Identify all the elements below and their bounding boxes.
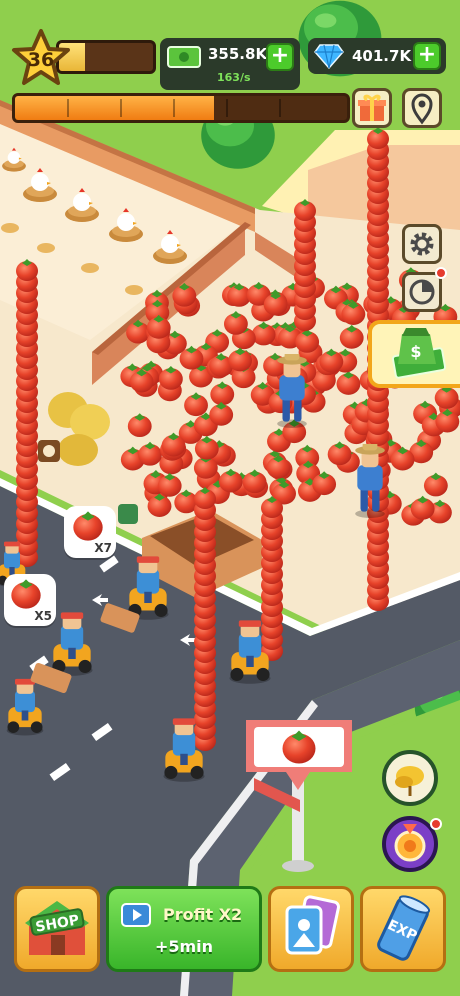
- gem-counter[interactable]: 401.7K +: [308, 38, 446, 74]
- gift-icon: [358, 94, 386, 121]
- order-bubble: X7: [64, 506, 116, 558]
- cash-counter[interactable]: 355.8K 163/s +: [160, 38, 300, 90]
- exp-can-icon: EXP: [377, 895, 431, 961]
- pie-chart-icon: [409, 279, 435, 305]
- order-quantity: X7: [94, 541, 112, 555]
- rewards-button[interactable]: [382, 750, 438, 806]
- notification-dot: [435, 267, 447, 279]
- statistics-button[interactable]: [402, 267, 447, 312]
- gem-amount: 401.7K: [352, 47, 412, 65]
- cash-amount: 355.8K: [208, 45, 268, 63]
- cash-offer-button[interactable]: $: [368, 320, 460, 388]
- settings-button[interactable]: [402, 224, 442, 264]
- tomato-icon: [72, 510, 104, 542]
- level-number: 36: [27, 49, 55, 71]
- profit-boost-duration: +5min: [154, 937, 214, 956]
- progress-tick: [226, 99, 228, 117]
- map-button[interactable]: [402, 88, 442, 128]
- cards-icon: [285, 895, 340, 955]
- progress-tick: [120, 99, 122, 117]
- add-cash-button[interactable]: +: [266, 43, 294, 71]
- gift-button[interactable]: [352, 88, 392, 128]
- order-quantity: X5: [34, 609, 52, 623]
- profit-boost-title: Profit X2: [163, 905, 243, 924]
- tomato-icon: [10, 578, 42, 610]
- cards-button[interactable]: [268, 886, 354, 972]
- progress-tick: [67, 99, 69, 117]
- cash-icon: [167, 46, 201, 68]
- upgrade-progress-bar: [12, 93, 350, 123]
- spin-wheel-button[interactable]: [382, 816, 442, 872]
- medal-icon: [394, 824, 426, 862]
- profit-boost-button[interactable]: Profit X2 +5min: [106, 886, 262, 972]
- cash-income-rate: 163/s: [217, 71, 251, 84]
- exp-button[interactable]: EXP: [360, 886, 446, 972]
- level-indicator[interactable]: 36: [10, 28, 156, 88]
- video-ad-icon: [121, 903, 151, 927]
- diamond-icon: [314, 44, 344, 70]
- golden-leaf-icon: [395, 766, 424, 796]
- shop-button[interactable]: SHOP: [14, 886, 100, 972]
- order-bubble: X5: [4, 574, 56, 626]
- shop-icon: SHOP: [25, 901, 89, 955]
- progress-tick: [279, 99, 281, 117]
- progress-tick: [173, 99, 175, 117]
- upgrade-progress-fill: [15, 96, 215, 120]
- svg-text:$: $: [410, 342, 421, 361]
- map-pin-icon: [411, 93, 433, 125]
- gear-icon: [410, 232, 434, 256]
- cash-bundle-icon: $: [391, 328, 447, 379]
- notification-dot: [430, 818, 442, 830]
- add-gems-button[interactable]: +: [413, 42, 441, 70]
